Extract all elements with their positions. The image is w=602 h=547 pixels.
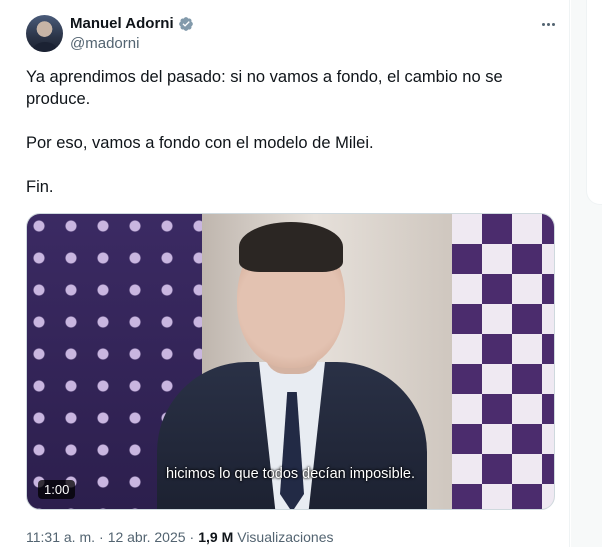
views-count: 1,9 M <box>198 529 234 545</box>
tweet-paragraph: Fin. <box>26 178 54 196</box>
author-name-row: Manuel Adorni <box>70 15 194 32</box>
tweet-time[interactable]: 11:31 a. m. <box>26 529 95 545</box>
sidebar-card <box>586 0 602 205</box>
video-subtitle: hicimos lo que todos decían imposible. <box>165 466 416 482</box>
video-player[interactable]: hicimos lo que todos decían imposible. 1… <box>26 213 555 510</box>
author-handle[interactable]: @madorni <box>70 35 139 52</box>
tweet-date[interactable]: 12 abr. 2025 <box>108 529 186 545</box>
more-dot-icon <box>546 22 550 26</box>
video-backdrop-right <box>452 214 554 509</box>
video-duration: 1:00 <box>38 480 76 499</box>
speaker-hair <box>239 222 343 272</box>
avatar[interactable] <box>26 15 63 52</box>
tweet-meta: 11:31 a. m. · 12 abr. 2025 · 1,9 M Visua… <box>26 529 333 545</box>
author-display-name[interactable]: Manuel Adorni <box>70 15 174 32</box>
tweet-card: Manuel Adorni @madorni Ya aprendimos del… <box>0 0 570 547</box>
meta-separator: · <box>99 529 104 545</box>
tweet-paragraph: Por eso, vamos a fondo con el modelo de … <box>26 134 374 152</box>
views-label: Visualizaciones <box>237 529 334 545</box>
tweet-text: Ya aprendimos del pasado: si no vamos a … <box>26 66 556 220</box>
more-dot-icon <box>551 22 555 26</box>
verified-badge-icon <box>178 16 193 31</box>
more-dot-icon <box>541 22 545 26</box>
meta-separator: · <box>189 529 195 545</box>
more-options-button[interactable] <box>537 16 559 32</box>
tweet-paragraph: Ya aprendimos del pasado: si no vamos a … <box>26 68 503 108</box>
avatar-figure <box>33 42 57 52</box>
